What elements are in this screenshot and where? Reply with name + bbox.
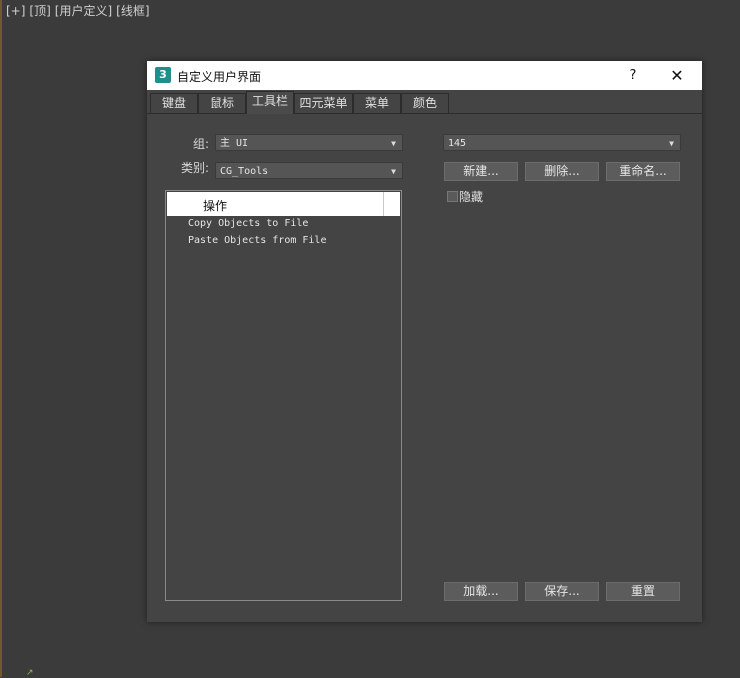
toolbar-dropdown[interactable]: 145 ▼ bbox=[443, 134, 681, 151]
save-button[interactable]: 保存... bbox=[525, 582, 599, 601]
chevron-down-icon: ▼ bbox=[391, 139, 396, 148]
tab-keyboard[interactable]: 键盘 bbox=[150, 93, 198, 113]
dialog-title: 自定义用户界面 bbox=[177, 70, 262, 84]
viewport-display-menu[interactable]: [线框] bbox=[116, 4, 149, 18]
delete-button[interactable]: 删除... bbox=[525, 162, 599, 181]
app-icon: 3 bbox=[155, 67, 171, 83]
viewport-plus-menu[interactable]: [+] bbox=[6, 4, 25, 18]
group-label: 组: bbox=[192, 137, 209, 151]
reset-button[interactable]: 重置 bbox=[606, 582, 680, 601]
close-button[interactable]: ✕ bbox=[663, 65, 691, 87]
chevron-down-icon: ▼ bbox=[669, 139, 674, 148]
hide-checkbox[interactable] bbox=[447, 191, 458, 202]
hide-checkbox-label: 隐藏 bbox=[459, 190, 484, 204]
category-dropdown-value: CG_Tools bbox=[220, 166, 269, 177]
tab-quad-menus[interactable]: 四元菜单 bbox=[294, 93, 353, 113]
viewport-label[interactable]: [+] [顶] [用户定义] [线框] bbox=[6, 2, 154, 19]
title-bar[interactable]: 3 自定义用户界面 ? ✕ bbox=[147, 61, 702, 90]
chevron-down-icon: ▼ bbox=[391, 167, 396, 176]
tab-menus[interactable]: 菜单 bbox=[353, 93, 401, 113]
tab-mouse[interactable]: 鼠标 bbox=[198, 93, 246, 113]
new-button[interactable]: 新建... bbox=[444, 162, 518, 181]
help-button[interactable]: ? bbox=[619, 65, 647, 87]
group-dropdown[interactable]: 主 UI ▼ bbox=[215, 134, 403, 151]
toolbar-dropdown-value: 145 bbox=[448, 138, 467, 149]
viewport-view-menu[interactable]: [顶] bbox=[29, 4, 50, 18]
list-header[interactable]: 操作 bbox=[167, 192, 400, 216]
tab-colors[interactable]: 颜色 bbox=[401, 93, 449, 113]
viewport-edge bbox=[0, 0, 2, 677]
column-divider[interactable] bbox=[383, 192, 384, 216]
actions-list[interactable]: 操作 Copy Objects to File Paste Objects fr… bbox=[165, 190, 402, 601]
customize-ui-dialog: 3 自定义用户界面 ? ✕ 键盘 鼠标 工具栏 四元菜单 菜单 颜色 组: 主 … bbox=[147, 61, 702, 622]
rename-button[interactable]: 重命名... bbox=[606, 162, 680, 181]
list-header-label: 操作 bbox=[203, 199, 228, 213]
tab-toolbars[interactable]: 工具栏 bbox=[246, 91, 294, 114]
group-dropdown-value: 主 UI bbox=[220, 138, 249, 149]
category-dropdown[interactable]: CG_Tools ▼ bbox=[215, 162, 403, 179]
tab-bar: 键盘 鼠标 工具栏 四元菜单 菜单 颜色 bbox=[147, 91, 702, 114]
list-item[interactable]: Paste Objects from File bbox=[188, 235, 326, 246]
category-label: 类别: bbox=[180, 161, 209, 175]
viewport-shading-custom[interactable]: [用户定义] bbox=[55, 4, 112, 18]
list-item[interactable]: Copy Objects to File bbox=[188, 218, 308, 229]
load-button[interactable]: 加载... bbox=[444, 582, 518, 601]
